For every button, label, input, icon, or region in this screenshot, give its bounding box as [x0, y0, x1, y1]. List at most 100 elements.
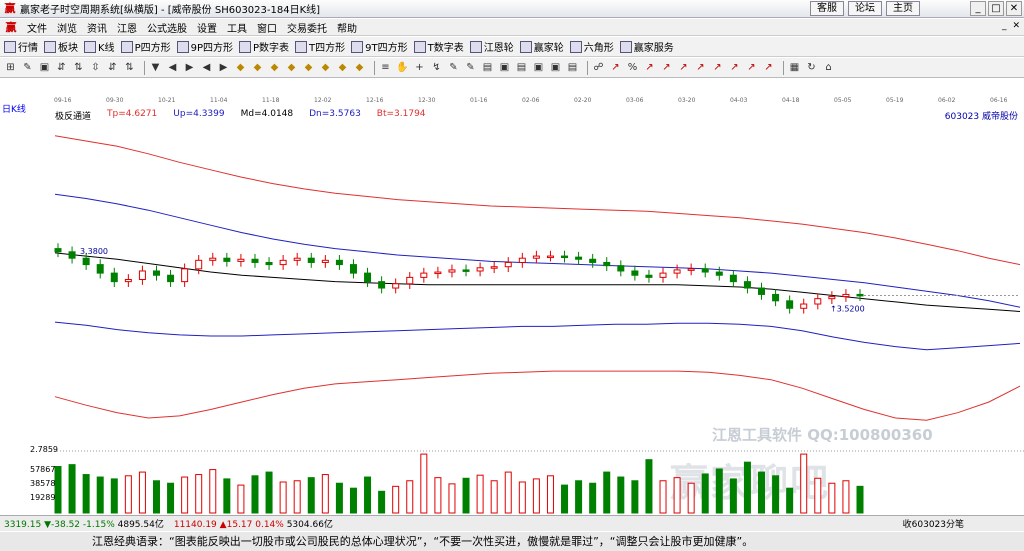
tool-icon[interactable]: ⇳ — [89, 61, 102, 74]
toolbar-button-1[interactable]: 板块 — [44, 39, 78, 54]
volume-bar — [575, 480, 583, 514]
forum-link[interactable]: 论坛 — [848, 1, 882, 16]
toolbar-button-9[interactable]: 江恩轮 — [469, 39, 514, 54]
candle — [800, 298, 808, 314]
tool-icon[interactable]: ⌂ — [822, 61, 835, 74]
menu-file[interactable]: 文件 — [22, 20, 52, 35]
date-tick: 10-21 — [158, 97, 176, 104]
volume-bar — [715, 468, 723, 514]
volume-bar — [251, 475, 259, 514]
tool-icon[interactable]: ✋ — [396, 61, 409, 74]
tool-icon[interactable]: ◆ — [268, 61, 281, 74]
tool-icon[interactable]: ↗ — [694, 61, 707, 74]
tool-icon[interactable]: ↻ — [805, 61, 818, 74]
sz-index-change: ▲15.17 — [219, 520, 253, 530]
tool-icon[interactable]: ↗ — [762, 61, 775, 74]
tool-icon[interactable]: ⇵ — [55, 61, 68, 74]
menu-formula[interactable]: 公式选股 — [142, 20, 192, 35]
menu-logo-icon: 赢 — [5, 21, 17, 34]
tool-icon[interactable]: ▣ — [532, 61, 545, 74]
tool-icon[interactable]: ◆ — [251, 61, 264, 74]
tick-detail-label[interactable]: 收603023分笔 — [903, 517, 964, 530]
menu-info[interactable]: 资讯 — [82, 20, 112, 35]
candle — [448, 264, 456, 278]
maximize-button[interactable]: □ — [988, 1, 1004, 16]
tool-icon[interactable]: ◆ — [302, 61, 315, 74]
price-chart[interactable]: 3.3800 ↑3.5200 — [0, 120, 1024, 450]
tool-icon[interactable]: ▣ — [549, 61, 562, 74]
menu-tools[interactable]: 工具 — [222, 20, 252, 35]
tool-icon[interactable]: ▶ — [217, 61, 230, 74]
tool-icon[interactable]: ▤ — [566, 61, 579, 74]
tool-icon[interactable]: % — [626, 61, 639, 74]
volume-bar — [645, 459, 653, 514]
date-tick: 06-02 — [938, 97, 956, 104]
tool-icon[interactable]: ◆ — [234, 61, 247, 74]
candle — [504, 257, 512, 273]
toolbar-button-4[interactable]: 9P四方形 — [176, 39, 233, 54]
candle — [96, 259, 104, 279]
toolbar-button-8[interactable]: T数字表 — [413, 39, 464, 54]
tool-icon[interactable]: ◆ — [336, 61, 349, 74]
tool-icon[interactable]: ▦ — [788, 61, 801, 74]
candle — [265, 257, 273, 270]
tool-icon[interactable]: ◀ — [166, 61, 179, 74]
tool-icon[interactable]: ✎ — [21, 61, 34, 74]
toolbar-button-10[interactable]: 赢家轮 — [519, 39, 564, 54]
mdi-close-button[interactable]: ✕ — [1012, 21, 1020, 31]
tool-icon[interactable]: ◆ — [319, 61, 332, 74]
menu-settings[interactable]: 设置 — [192, 20, 222, 35]
toolbar-button-2[interactable]: K线 — [84, 39, 115, 54]
sh-index[interactable]: 3319.15 ▼-38.52 -1.15% 4895.54亿 — [4, 517, 164, 530]
close-button[interactable]: ✕ — [1006, 1, 1022, 16]
toolbar-button-11[interactable]: 六角形 — [569, 39, 614, 54]
date-tick: 02-06 — [522, 97, 540, 104]
tool-icon[interactable]: ☍ — [592, 61, 605, 74]
tool-icon[interactable]: ↗ — [677, 61, 690, 74]
service-link[interactable]: 客服 — [810, 1, 844, 16]
tool-icon[interactable]: ▶ — [183, 61, 196, 74]
mdi-minimize-button[interactable]: _ — [1002, 21, 1007, 31]
menu-window[interactable]: 窗口 — [252, 20, 282, 35]
tool-icon[interactable]: ◆ — [353, 61, 366, 74]
tool-icon[interactable]: ⊞ — [4, 61, 17, 74]
menu-help[interactable]: 帮助 — [332, 20, 362, 35]
tool-icon[interactable]: ↗ — [745, 61, 758, 74]
home-link[interactable]: 主页 — [886, 1, 920, 16]
9p-icon — [176, 40, 189, 53]
tool-icon[interactable]: ▤ — [481, 61, 494, 74]
toolbar-button-0[interactable]: 行情 — [4, 39, 38, 54]
tool-icon[interactable]: ↯ — [430, 61, 443, 74]
tool-icon[interactable]: ◀ — [200, 61, 213, 74]
menu-trade[interactable]: 交易委托 — [282, 20, 332, 35]
volume-bar — [814, 477, 822, 514]
tool-icon[interactable]: ↗ — [728, 61, 741, 74]
tool-icon[interactable]: ✎ — [464, 61, 477, 74]
toolbar-button-3[interactable]: P四方形 — [120, 39, 171, 54]
tool-icon[interactable]: ◆ — [285, 61, 298, 74]
toolbar-button-6[interactable]: T四方形 — [295, 39, 345, 54]
minimize-button[interactable]: _ — [970, 1, 986, 16]
tool-icon[interactable]: ▣ — [498, 61, 511, 74]
tool-icon[interactable]: ⇅ — [123, 61, 136, 74]
menu-gann[interactable]: 江恩 — [112, 20, 142, 35]
tool-icon[interactable]: ↗ — [711, 61, 724, 74]
tool-icon[interactable]: ↗ — [660, 61, 673, 74]
toolbar-button-12[interactable]: 赢家服务 — [619, 39, 674, 54]
volume-bar — [364, 476, 372, 514]
tool-icon[interactable]: ≡ — [379, 61, 392, 74]
tool-icon[interactable]: + — [413, 61, 426, 74]
menu-browse[interactable]: 浏览 — [52, 20, 82, 35]
tool-icon[interactable]: ⇅ — [72, 61, 85, 74]
tool-icon[interactable]: ✎ — [447, 61, 460, 74]
tool-icon[interactable]: ↗ — [643, 61, 656, 74]
sz-index[interactable]: 11140.19 ▲15.17 0.14% 5304.66亿 — [174, 517, 333, 530]
toolbar-button-7[interactable]: 9T四方形 — [351, 39, 408, 54]
tool-icon[interactable]: ▤ — [515, 61, 528, 74]
tool-icon[interactable]: ▼ — [149, 61, 162, 74]
tool-icon[interactable]: ⇵ — [106, 61, 119, 74]
tool-icon[interactable]: ↗ — [609, 61, 622, 74]
tool-icon[interactable]: ▣ — [38, 61, 51, 74]
volume-chart[interactable] — [0, 450, 1024, 515]
toolbar-button-5[interactable]: P数字表 — [239, 39, 289, 54]
